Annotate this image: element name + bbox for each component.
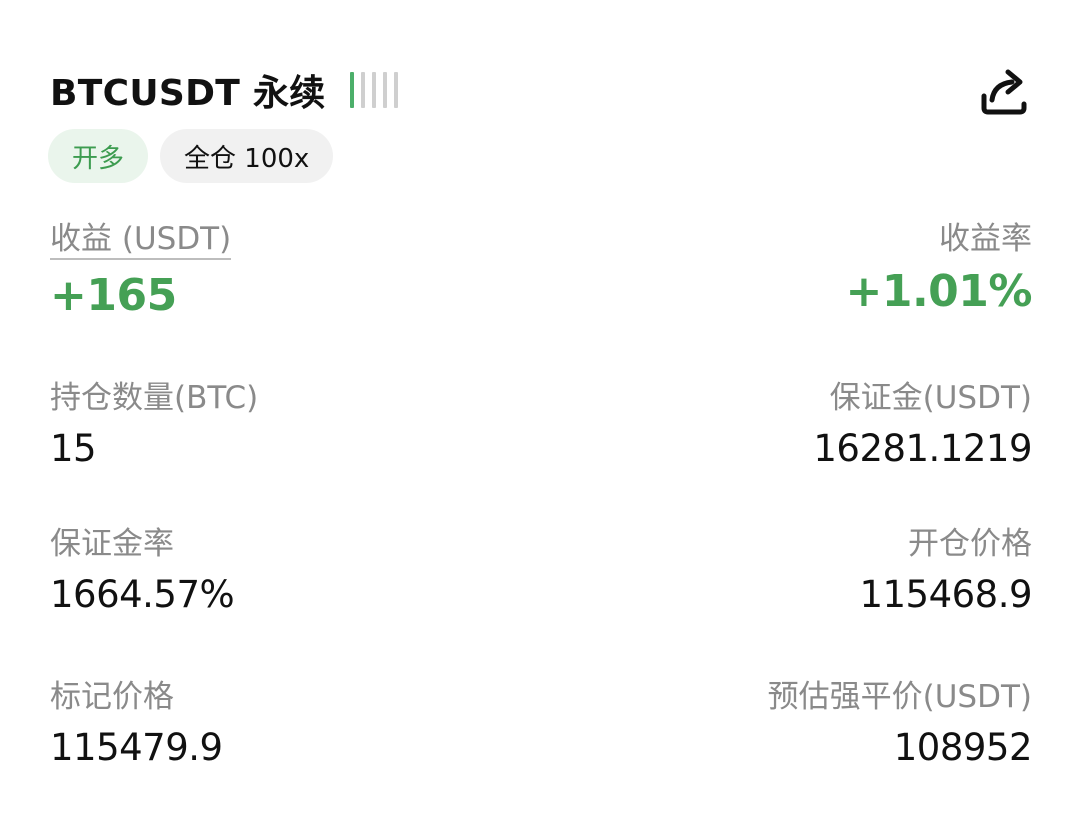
margin-field: 保证金(USDT) 16281.1219	[813, 381, 1032, 470]
margin-rate-value: 1664.57%	[50, 573, 235, 617]
position-qty-label: 持仓数量(BTC)	[50, 380, 259, 416]
side-tag: 开多	[48, 129, 149, 183]
contract-symbol: BTCUSDT 永续	[50, 73, 326, 114]
margin-label: 保证金(USDT)	[829, 380, 1032, 416]
margin-mode-tag: 全仓 100x	[160, 129, 334, 183]
pnl-field: 收益 (USDT) +165	[50, 222, 232, 322]
mark-price-value: 115479.9	[50, 726, 223, 770]
strength-bar	[349, 72, 354, 108]
pnl-rate-field: 收益率 +1.01%	[845, 222, 1032, 316]
position-qty-value: 15	[50, 427, 97, 471]
strength-bar	[382, 72, 387, 108]
pnl-value: +165	[50, 270, 177, 322]
position-header: BTCUSDT 永续	[50, 64, 398, 116]
position-strength-indicator	[349, 71, 398, 109]
strength-bar	[371, 72, 376, 108]
strength-bar	[393, 72, 398, 108]
entry-price-field: 开仓价格 115468.9	[859, 527, 1032, 616]
liq-price-field: 预估强平价(USDT) 108952	[767, 679, 1033, 770]
pnl-label[interactable]: 收益 (USDT)	[50, 222, 232, 261]
margin-rate-field: 保证金率 1664.57%	[50, 526, 235, 617]
entry-price-label: 开仓价格	[908, 526, 1032, 562]
position-tags: 开多 全仓 100x	[48, 129, 334, 183]
liq-price-label: 预估强平价(USDT)	[767, 679, 1032, 715]
share-button[interactable]	[976, 64, 1032, 120]
mark-price-label: 标记价格	[50, 679, 174, 715]
mark-price-field: 标记价格 115479.9	[50, 680, 223, 769]
liq-price-value: 108952	[893, 726, 1033, 770]
margin-rate-label: 保证金率	[50, 526, 174, 562]
pnl-rate-value: +1.01%	[845, 266, 1032, 318]
position-qty-field: 持仓数量(BTC) 15	[50, 381, 258, 470]
share-icon	[981, 69, 1027, 115]
margin-value: 16281.1219	[813, 427, 1032, 471]
pnl-rate-label: 收益率	[939, 221, 1032, 257]
entry-price-value: 115468.9	[859, 573, 1032, 617]
strength-bar	[360, 72, 365, 108]
